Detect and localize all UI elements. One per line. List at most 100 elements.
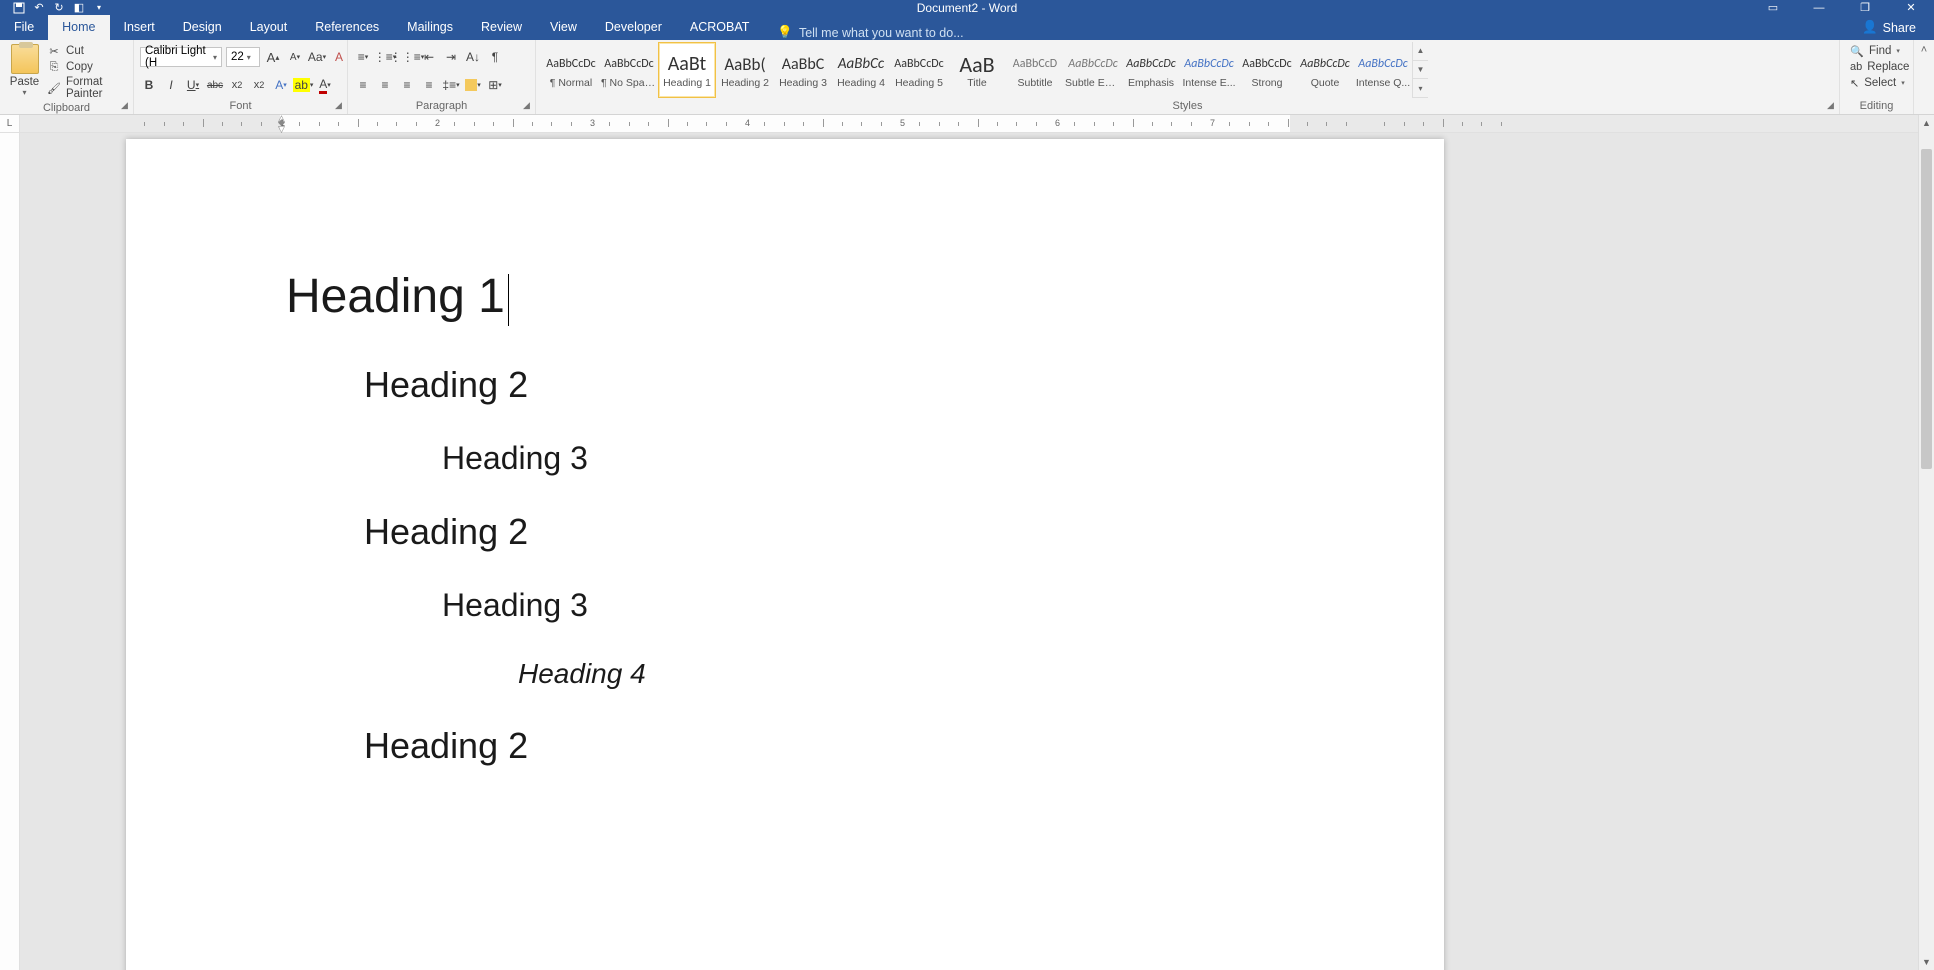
styles-more[interactable]: ▾ [1413,79,1428,98]
ruler-corner[interactable]: L [0,115,20,132]
doc-h4[interactable]: Heading 4 [518,658,1444,691]
style-intense-e-[interactable]: AaBbCcDcIntense E... [1180,42,1238,98]
italic-button[interactable]: I [162,75,180,95]
change-case-button[interactable]: Aa▾ [308,47,326,67]
increase-indent-button[interactable]: ⇥ [442,47,460,67]
text-effects-button[interactable]: A▾ [272,75,290,95]
scroll-thumb[interactable] [1921,149,1932,469]
copy-button[interactable]: ⎘Copy [47,60,127,74]
qat-customize-icon[interactable]: ▾ [92,1,106,15]
shading-button[interactable]: ▾ [464,75,482,95]
subscript-button[interactable]: x2 [228,75,246,95]
horizontal-ruler[interactable]: 1234567◆▽△ [20,115,1934,132]
restore-icon[interactable]: ❐ [1842,0,1888,15]
document-canvas[interactable]: Heading 1 Heading 2 Heading 3 Heading 2 Head… [20,133,1918,970]
doc-h3[interactable]: Heading 3 [442,587,1444,624]
decrease-indent-button[interactable]: ⇤ [420,47,438,67]
select-button[interactable]: ↖Select▾ [1850,76,1903,90]
save-icon[interactable] [12,1,26,15]
doc-h2[interactable]: Heading 2 [364,364,1444,406]
style-heading-4[interactable]: AaBbCcHeading 4 [832,42,890,98]
doc-h1[interactable]: Heading 1 [286,269,1444,324]
strikethrough-button[interactable]: abc [206,75,224,95]
styles-row-down[interactable]: ▼ [1413,61,1428,80]
tab-file[interactable]: File [0,15,48,40]
bullets-button[interactable]: ≡▾ [354,47,372,67]
ribbon-options-icon[interactable]: ▭ [1750,0,1796,15]
style-heading-2[interactable]: AaBb(Heading 2 [716,42,774,98]
vertical-scrollbar[interactable]: ▲ ▼ [1918,115,1934,970]
style-title[interactable]: AaBTitle [948,42,1006,98]
styles-row-up[interactable]: ▲ [1413,42,1428,61]
style-strong[interactable]: AaBbCcDcStrong [1238,42,1296,98]
style-emphasis[interactable]: AaBbCcDcEmphasis [1122,42,1180,98]
style-intense-q-[interactable]: AaBbCcDcIntense Q... [1354,42,1412,98]
scroll-up-button[interactable]: ▲ [1919,115,1934,131]
format-painter-button[interactable]: 🖌Format Painter [47,76,127,100]
vertical-ruler[interactable] [0,133,20,970]
redo-icon[interactable]: ↻ [52,1,66,15]
doc-h2[interactable]: Heading 2 [364,511,1444,553]
close-icon[interactable]: ✕ [1888,0,1934,15]
page[interactable]: Heading 1 Heading 2 Heading 3 Heading 2 Head… [126,139,1444,970]
paste-button[interactable]: Paste ▾ [6,42,43,97]
align-left-button[interactable]: ≡ [354,75,372,95]
paragraph-dialog-launcher[interactable]: ◢ [520,99,533,112]
minimize-icon[interactable]: ― [1796,0,1842,15]
clipboard-dialog-launcher[interactable]: ◢ [118,99,131,112]
tab-view[interactable]: View [536,15,591,40]
tab-home[interactable]: Home [48,15,109,40]
shrink-font-button[interactable]: A▾ [286,47,304,67]
grow-font-button[interactable]: A▴ [264,47,282,67]
tab-mailings[interactable]: Mailings [393,15,467,40]
align-right-button[interactable]: ≡ [398,75,416,95]
scroll-down-button[interactable]: ▼ [1919,954,1934,970]
tab-insert[interactable]: Insert [110,15,169,40]
cut-button[interactable]: ✂Cut [47,44,127,58]
font-name-combo[interactable]: Calibri Light (H▾ [140,47,222,67]
replace-button[interactable]: abReplace [1850,60,1903,74]
replace-icon: ab [1850,60,1862,74]
tab-layout[interactable]: Layout [236,15,302,40]
find-button[interactable]: 🔍Find▾ [1850,44,1903,58]
clear-formatting-button[interactable]: A [330,47,348,67]
tab-acrobat[interactable]: ACROBAT [676,15,764,40]
undo-icon[interactable]: ↶ [32,1,46,15]
multilevel-list-button[interactable]: ⋮⋮≡▾ [398,47,416,67]
style-heading-1[interactable]: AaBtHeading 1 [658,42,716,98]
share-button[interactable]: 👤 Share [1850,15,1928,40]
align-center-button[interactable]: ≡ [376,75,394,95]
style-subtle-em-[interactable]: AaBbCcDcSubtle Em... [1064,42,1122,98]
borders-button[interactable]: ⊞▾ [486,75,504,95]
account-name[interactable] [1769,15,1849,40]
doc-h3[interactable]: Heading 3 [442,440,1444,477]
style-quote[interactable]: AaBbCcDcQuote [1296,42,1354,98]
font-dialog-launcher[interactable]: ◢ [332,99,345,112]
font-color-button[interactable]: A▾ [316,75,334,95]
style-subtitle[interactable]: AaBbCcDSubtitle [1006,42,1064,98]
touch-mode-icon[interactable]: ◧ [72,1,86,15]
justify-button[interactable]: ≡ [420,75,438,95]
style--no-spac-[interactable]: AaBbCcDc¶ No Spac... [600,42,658,98]
style--normal[interactable]: AaBbCcDc¶ Normal [542,42,600,98]
ruler-minor-tick [241,122,242,126]
line-spacing-button[interactable]: ‡≡▾ [442,75,460,95]
tab-developer[interactable]: Developer [591,15,676,40]
tab-design[interactable]: Design [169,15,236,40]
superscript-button[interactable]: x2 [250,75,268,95]
style-heading-5[interactable]: AaBbCcDcHeading 5 [890,42,948,98]
styles-dialog-launcher[interactable]: ◢ [1824,99,1837,112]
tab-references[interactable]: References [301,15,393,40]
highlight-button[interactable]: ab▾ [294,75,312,95]
sort-button[interactable]: A↓ [464,47,482,67]
tab-review[interactable]: Review [467,15,536,40]
show-marks-button[interactable]: ¶ [486,47,504,67]
style-heading-3[interactable]: AaBbCHeading 3 [774,42,832,98]
left-indent[interactable]: △ [278,113,285,124]
tell-me-search[interactable]: 💡 Tell me what you want to do... [763,25,963,40]
bold-button[interactable]: B [140,75,158,95]
underline-button[interactable]: U▾ [184,75,202,95]
collapse-ribbon-button[interactable]: ˄ [1914,40,1934,114]
font-size-combo[interactable]: 22▾ [226,47,260,67]
doc-h2[interactable]: Heading 2 [364,725,1444,767]
